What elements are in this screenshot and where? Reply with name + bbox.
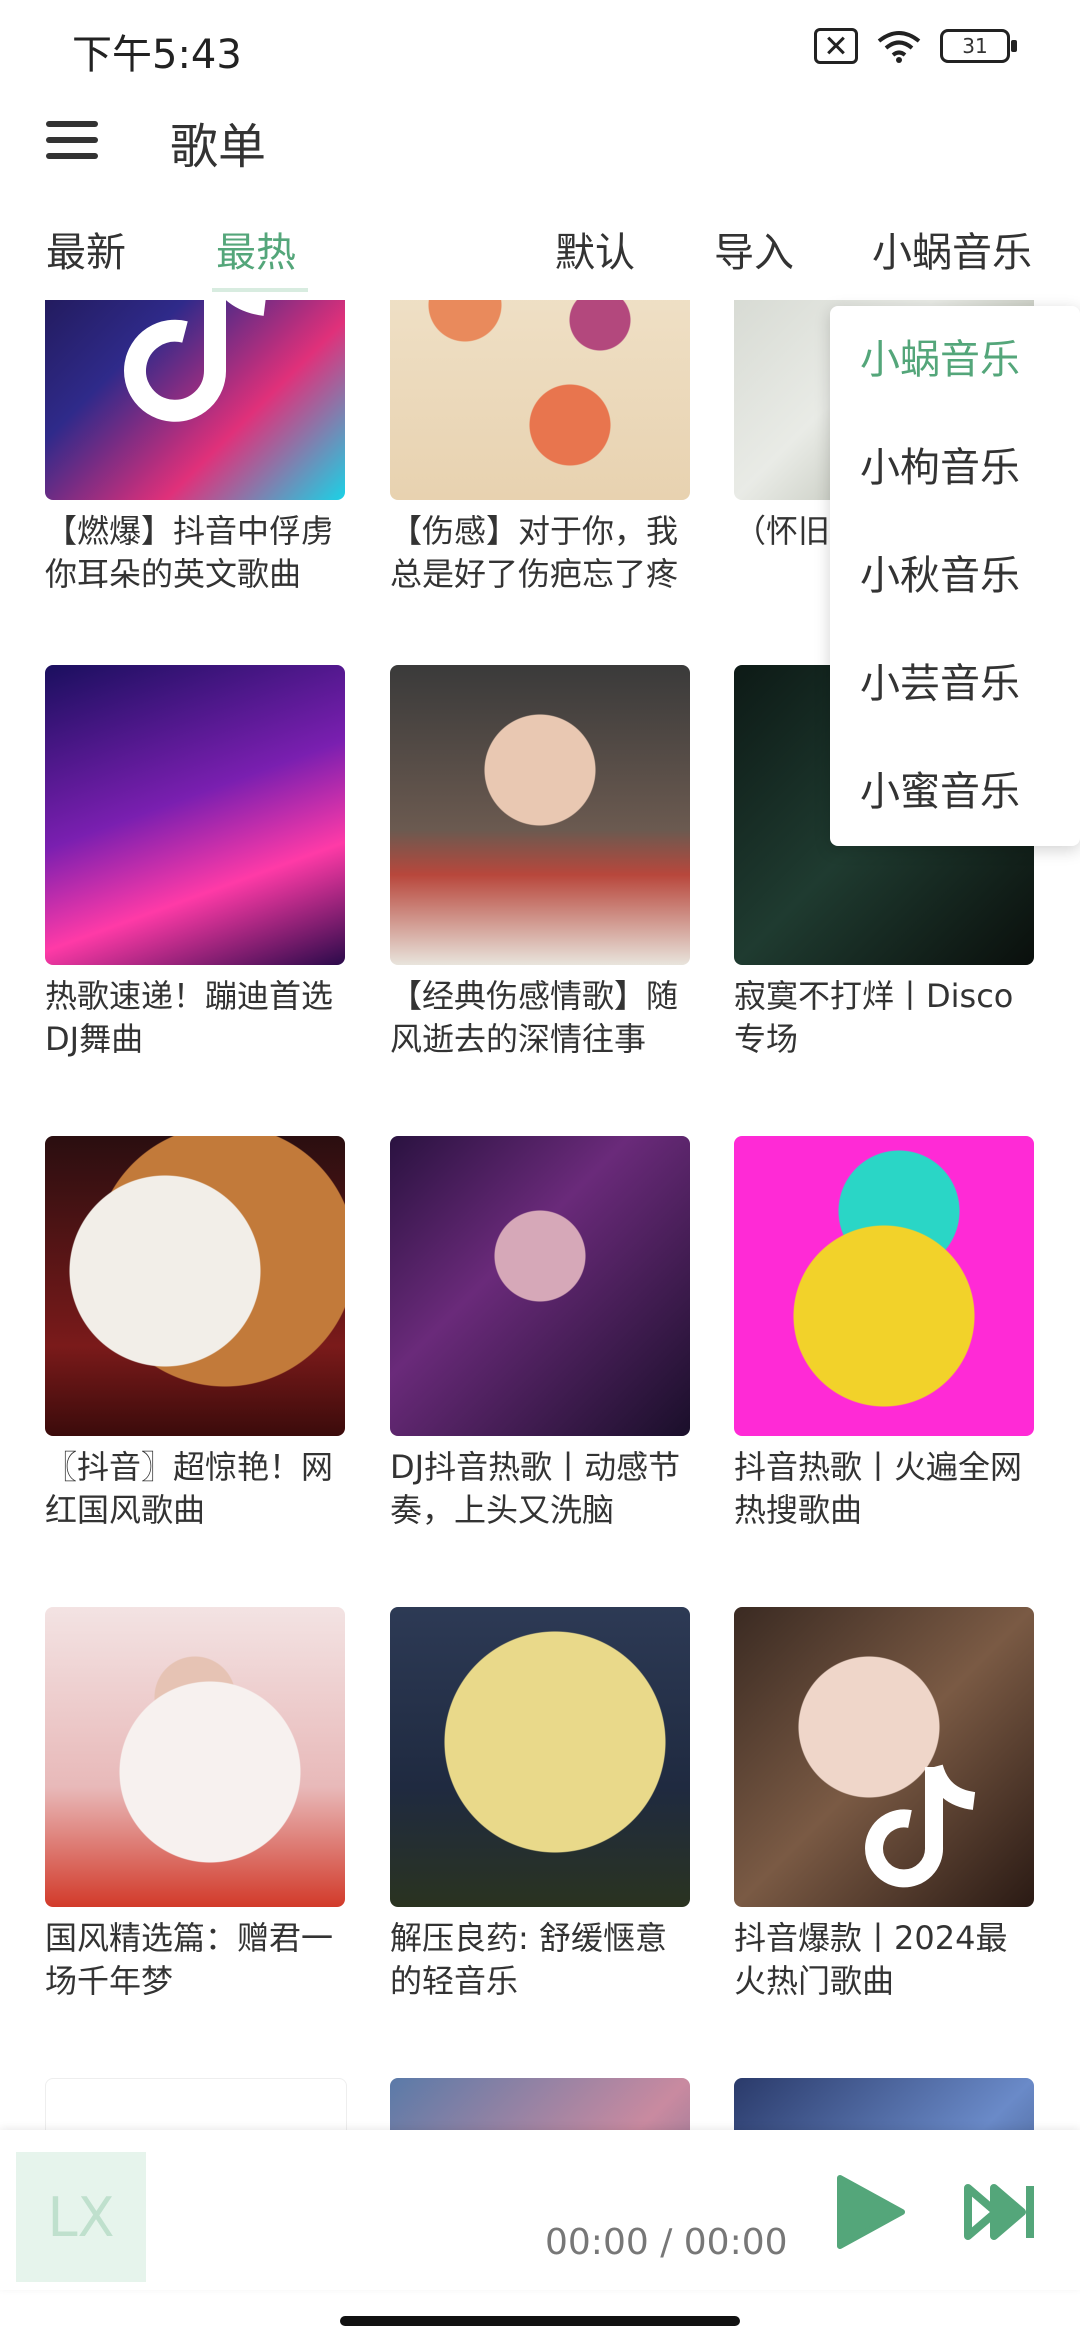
playlist-name: 抖音热歌丨火遍全网热搜歌曲 xyxy=(734,1448,1023,1529)
playlist-card[interactable]: DJ抖音热歌丨动感节奏，上头又洗脑 xyxy=(390,1136,690,1532)
playlist-card[interactable] xyxy=(390,2078,690,2130)
import-button[interactable]: 导入 xyxy=(714,220,794,278)
playlist-cover xyxy=(390,1607,690,1907)
playlist-name: 抖音爆款丨2024最火热门歌曲 xyxy=(734,1919,1008,2000)
playlist-cover xyxy=(45,1136,345,1436)
tab-bar: 最新 最热 默认 导入 小蜗音乐 xyxy=(0,220,1080,300)
source-select[interactable]: 小蜗音乐 xyxy=(872,220,1032,278)
source-dropdown-menu: 小蜗音乐 小枸音乐 小秋音乐 小芸音乐 小蜜音乐 xyxy=(830,306,1080,846)
playlist-card[interactable]: 〖抖音〗超惊艳！网红国风歌曲 xyxy=(45,1136,345,1532)
playlist-card[interactable]: 解压良药: 舒缓惬意的轻音乐 xyxy=(390,1607,690,2003)
source-option[interactable]: 小芸音乐 xyxy=(830,630,1080,738)
no-sim-icon xyxy=(814,28,858,64)
wifi-icon xyxy=(876,29,922,63)
playlist-card[interactable]: 热歌速递！蹦迪首选DJ舞曲 xyxy=(45,665,345,1061)
playlist-name: DJ抖音热歌丨动感节奏，上头又洗脑 xyxy=(390,1448,681,1529)
playlist-name: 【经典伤感情歌】随风逝去的深情往事 xyxy=(390,977,679,1058)
home-indicator xyxy=(340,2316,740,2326)
playlist-card[interactable] xyxy=(734,2078,1034,2130)
playlist-cover xyxy=(45,665,345,965)
playlist-name: 国风精选篇：赠君一场千年梦 xyxy=(45,1919,334,2000)
playlist-cover xyxy=(390,665,690,965)
playlist-cover xyxy=(390,300,690,500)
album-art[interactable]: LX xyxy=(16,2152,146,2282)
playlist-card[interactable]: 抖音热歌丨火遍全网热搜歌曲 xyxy=(734,1136,1034,1532)
playlist-name: 解压良药: 舒缓惬意的轻音乐 xyxy=(390,1919,667,2000)
playlist-name: 〖抖音〗超惊艳！网红国风歌曲 xyxy=(45,1448,334,1529)
next-track-icon[interactable] xyxy=(964,2182,1038,2242)
playlist-name: 【伤感】对于你，我总是好了伤疤忘了疼 xyxy=(390,512,679,593)
tab-latest[interactable]: 最新 xyxy=(46,220,126,278)
menu-icon[interactable] xyxy=(46,113,102,169)
playlist-cover xyxy=(734,1607,1034,1907)
source-option[interactable]: 小枸音乐 xyxy=(830,414,1080,522)
battery-icon: 31 xyxy=(940,29,1017,63)
app-bar: 歌单 xyxy=(0,95,1080,205)
playlist-cover xyxy=(45,300,345,500)
playlist-cover xyxy=(45,2078,347,2130)
source-option[interactable]: 小蜜音乐 xyxy=(830,738,1080,846)
playlist-card[interactable]: 【经典伤感情歌】随风逝去的深情往事 xyxy=(390,665,690,1061)
active-tab-indicator xyxy=(212,288,308,292)
playlist-cover xyxy=(734,2078,1034,2130)
playlist-cover xyxy=(734,1136,1034,1436)
playlist-cover xyxy=(390,1136,690,1436)
playlist-name: 热歌速递！蹦迪首选DJ舞曲 xyxy=(45,977,334,1058)
playlist-name: 寂寞不打烊丨Disco专场 xyxy=(734,977,1014,1058)
battery-level: 31 xyxy=(962,34,988,58)
playlist-card[interactable] xyxy=(45,2078,347,2130)
playlist-card[interactable]: 【伤感】对于你，我总是好了伤疤忘了疼 xyxy=(390,300,690,596)
playlist-card[interactable]: 【燃爆】抖音中俘虏你耳朵的英文歌曲 xyxy=(45,300,345,596)
playback-time: 00:00 / 00:00 xyxy=(545,2222,788,2263)
status-bar: 下午5:43 31 xyxy=(0,0,1080,90)
player-bar: LX 00:00 / 00:00 xyxy=(0,2130,1080,2290)
playlist-cover xyxy=(390,2078,690,2130)
playlist-cover xyxy=(45,1607,345,1907)
status-icons: 31 xyxy=(814,28,1017,64)
sort-default-button[interactable]: 默认 xyxy=(555,220,635,278)
source-option[interactable]: 小秋音乐 xyxy=(830,522,1080,630)
playlist-card[interactable]: 国风精选篇：赠君一场千年梦 xyxy=(45,1607,345,2003)
source-option[interactable]: 小蜗音乐 xyxy=(830,306,1080,414)
play-icon[interactable] xyxy=(836,2174,906,2250)
page-title: 歌单 xyxy=(170,119,267,175)
playlist-card[interactable]: 抖音爆款丨2024最火热门歌曲 xyxy=(734,1607,1034,2003)
status-time: 下午5:43 xyxy=(72,32,242,78)
playlist-name: 【燃爆】抖音中俘虏你耳朵的英文歌曲 xyxy=(45,512,334,593)
tab-hottest[interactable]: 最热 xyxy=(216,220,296,278)
